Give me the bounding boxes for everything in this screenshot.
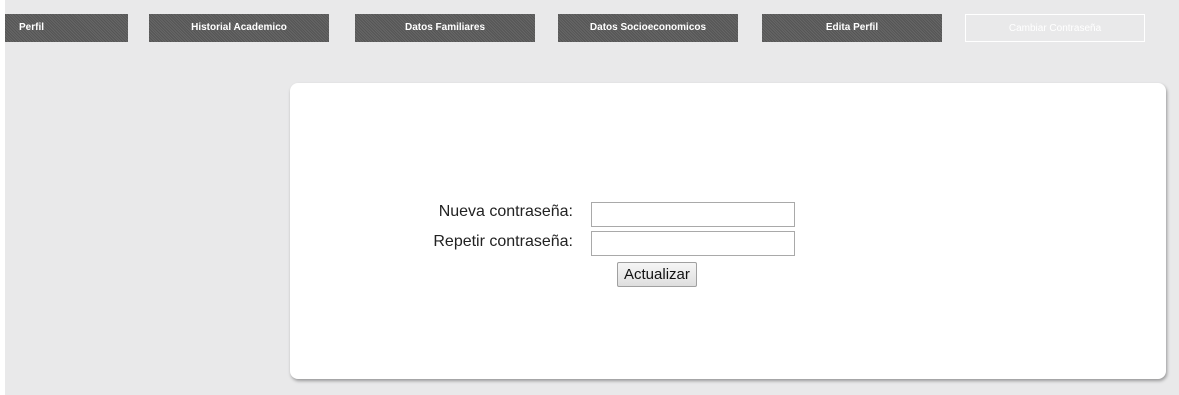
tab-historial-academico[interactable]: Historial Academico [149, 14, 329, 42]
change-password-card: Nueva contraseña: Repetir contraseña: Ac… [290, 83, 1166, 379]
new-password-field[interactable] [591, 202, 795, 227]
repeat-password-field[interactable] [591, 231, 795, 256]
tab-cambiar-contrasena[interactable]: Cambiar Contraseña [965, 14, 1145, 42]
repeat-password-label: Repetir contraseña: [433, 233, 573, 250]
update-button[interactable]: Actualizar [617, 262, 697, 287]
tab-datos-familiares[interactable]: Datos Familiares [355, 14, 535, 42]
tab-datos-socioeconomicos[interactable]: Datos Socioeconomicos [558, 14, 738, 42]
tab-perfil[interactable]: Perfil [5, 14, 128, 42]
tab-edita-perfil[interactable]: Edita Perfil [762, 14, 942, 42]
new-password-label: Nueva contraseña: [438, 203, 573, 220]
